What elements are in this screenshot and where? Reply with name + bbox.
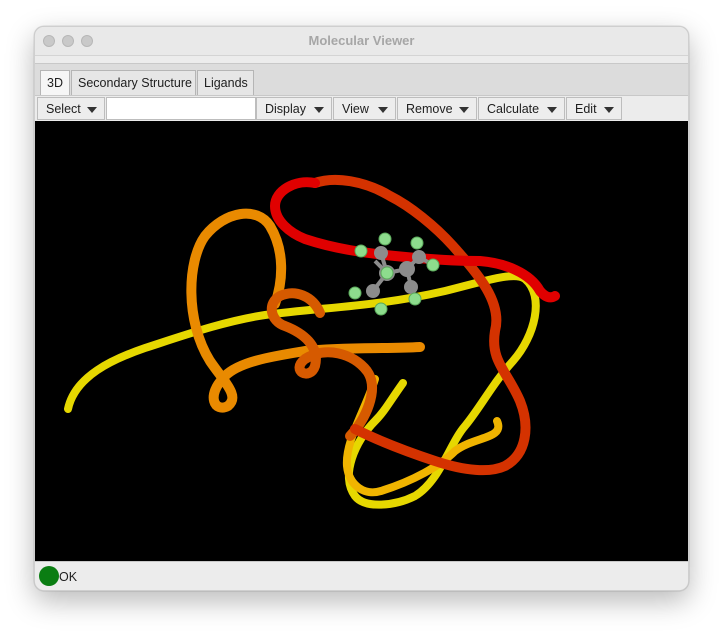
select-menu-button[interactable]: Select <box>37 97 105 120</box>
calculate-menu-button[interactable]: Calculate <box>478 97 565 120</box>
select-menu-label: Select <box>46 102 81 116</box>
display-menu-label: Display <box>265 102 306 116</box>
status-ok-icon <box>39 566 59 586</box>
view-menu-label: View <box>342 102 369 116</box>
tab-3d[interactable]: 3D <box>40 70 70 95</box>
remove-menu-label: Remove <box>406 102 453 116</box>
status-bar: OK <box>35 561 688 590</box>
chevron-down-icon <box>604 107 614 113</box>
view-menu-button[interactable]: View <box>333 97 396 120</box>
toolbar: Select Display View Remove Calculate Edi… <box>35 95 688 122</box>
calculate-menu-label: Calculate <box>487 102 540 116</box>
edit-menu-button[interactable]: Edit <box>566 97 622 120</box>
molecule-3d-viewport[interactable] <box>35 121 688 561</box>
edit-menu-label: Edit <box>575 102 597 116</box>
protein-ribbon-render <box>64 174 560 509</box>
selection-input[interactable] <box>106 97 256 120</box>
tab-secondary-structure[interactable]: Secondary Structure <box>71 70 196 95</box>
app-window: Molecular Viewer 3D Secondary Structure … <box>34 26 689 591</box>
chevron-down-icon <box>547 107 557 113</box>
display-menu-button[interactable]: Display <box>256 97 332 120</box>
tab-bar: 3D Secondary Structure Ligands <box>35 63 688 96</box>
ribbon-segment-red-orange <box>310 174 531 476</box>
chevron-down-icon <box>378 107 388 113</box>
status-text: OK <box>59 570 78 584</box>
chevron-down-icon <box>459 107 469 113</box>
chevron-down-icon <box>87 107 97 113</box>
tab-ligands[interactable]: Ligands <box>197 70 254 95</box>
title-bar[interactable]: Molecular Viewer <box>35 27 688 56</box>
remove-menu-button[interactable]: Remove <box>397 97 477 120</box>
window-title: Molecular Viewer <box>308 33 415 48</box>
chevron-down-icon <box>314 107 324 113</box>
